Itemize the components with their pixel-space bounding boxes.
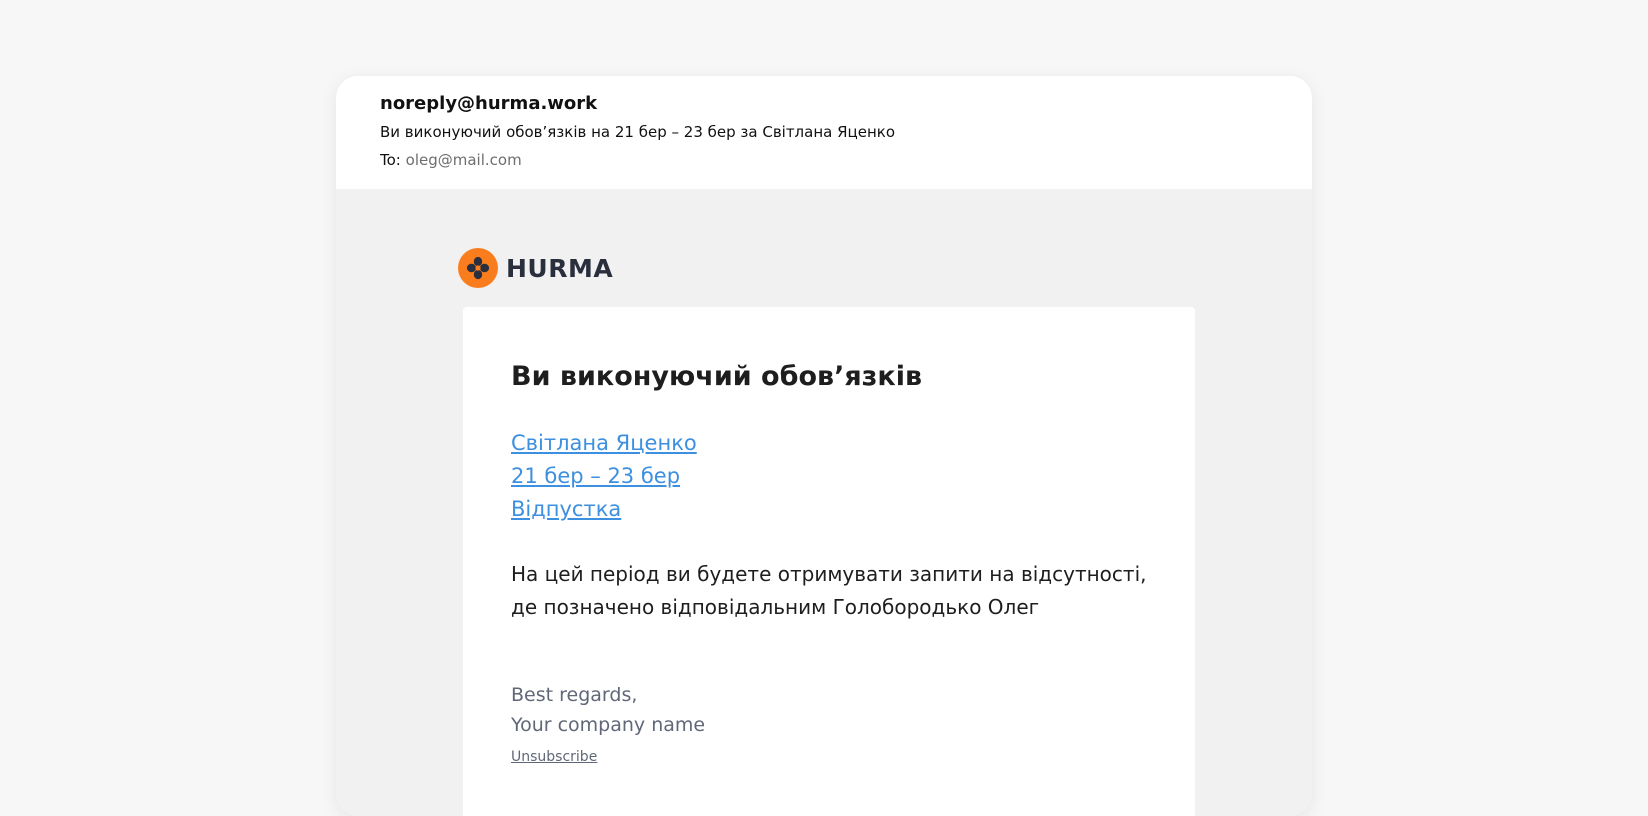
message-body: На цей період ви будете отримувати запит… (511, 558, 1151, 624)
recipient-line: To: oleg@mail.com (380, 150, 1268, 170)
absence-type-link[interactable]: Відпустка (511, 493, 1147, 526)
period-link[interactable]: 21 бер – 23 бер (511, 460, 1147, 493)
email-subject: Ви виконуючий обов’язків на 21 бер – 23 … (380, 123, 896, 141)
logo-flower-icon (458, 248, 498, 288)
recipient-address: oleg@mail.com (405, 151, 522, 169)
unsubscribe-link[interactable]: Unsubscribe (511, 742, 597, 772)
signature-company: Your company name (511, 714, 706, 736)
hurma-logo: HURMA (458, 248, 613, 288)
sender-address: noreply@hurma.work (380, 93, 598, 114)
message-body-line-1: На цей період ви будете отримувати запит… (511, 562, 1147, 586)
to-label: To: (380, 151, 401, 169)
message-title: Ви виконуючий обов’язків (511, 361, 923, 392)
person-link[interactable]: Світлана Яценко (511, 427, 1147, 460)
details-links: Світлана Яценко 21 бер – 23 бер Відпустк… (511, 427, 1147, 526)
signature-greeting: Best regards, (511, 684, 638, 706)
logo-text: HURMA (506, 253, 614, 283)
signature: Best regards, Your company name Unsubscr… (511, 680, 1147, 772)
email-window: noreply@hurma.work Ви виконуючий обов’яз… (336, 76, 1312, 816)
message-card: Ви виконуючий обов’язків Світлана Яценко… (463, 307, 1195, 816)
email-header: noreply@hurma.work Ви виконуючий обов’яз… (336, 76, 1312, 189)
message-body-line-2: де позначено відповідальним Голобородько… (511, 595, 1040, 619)
